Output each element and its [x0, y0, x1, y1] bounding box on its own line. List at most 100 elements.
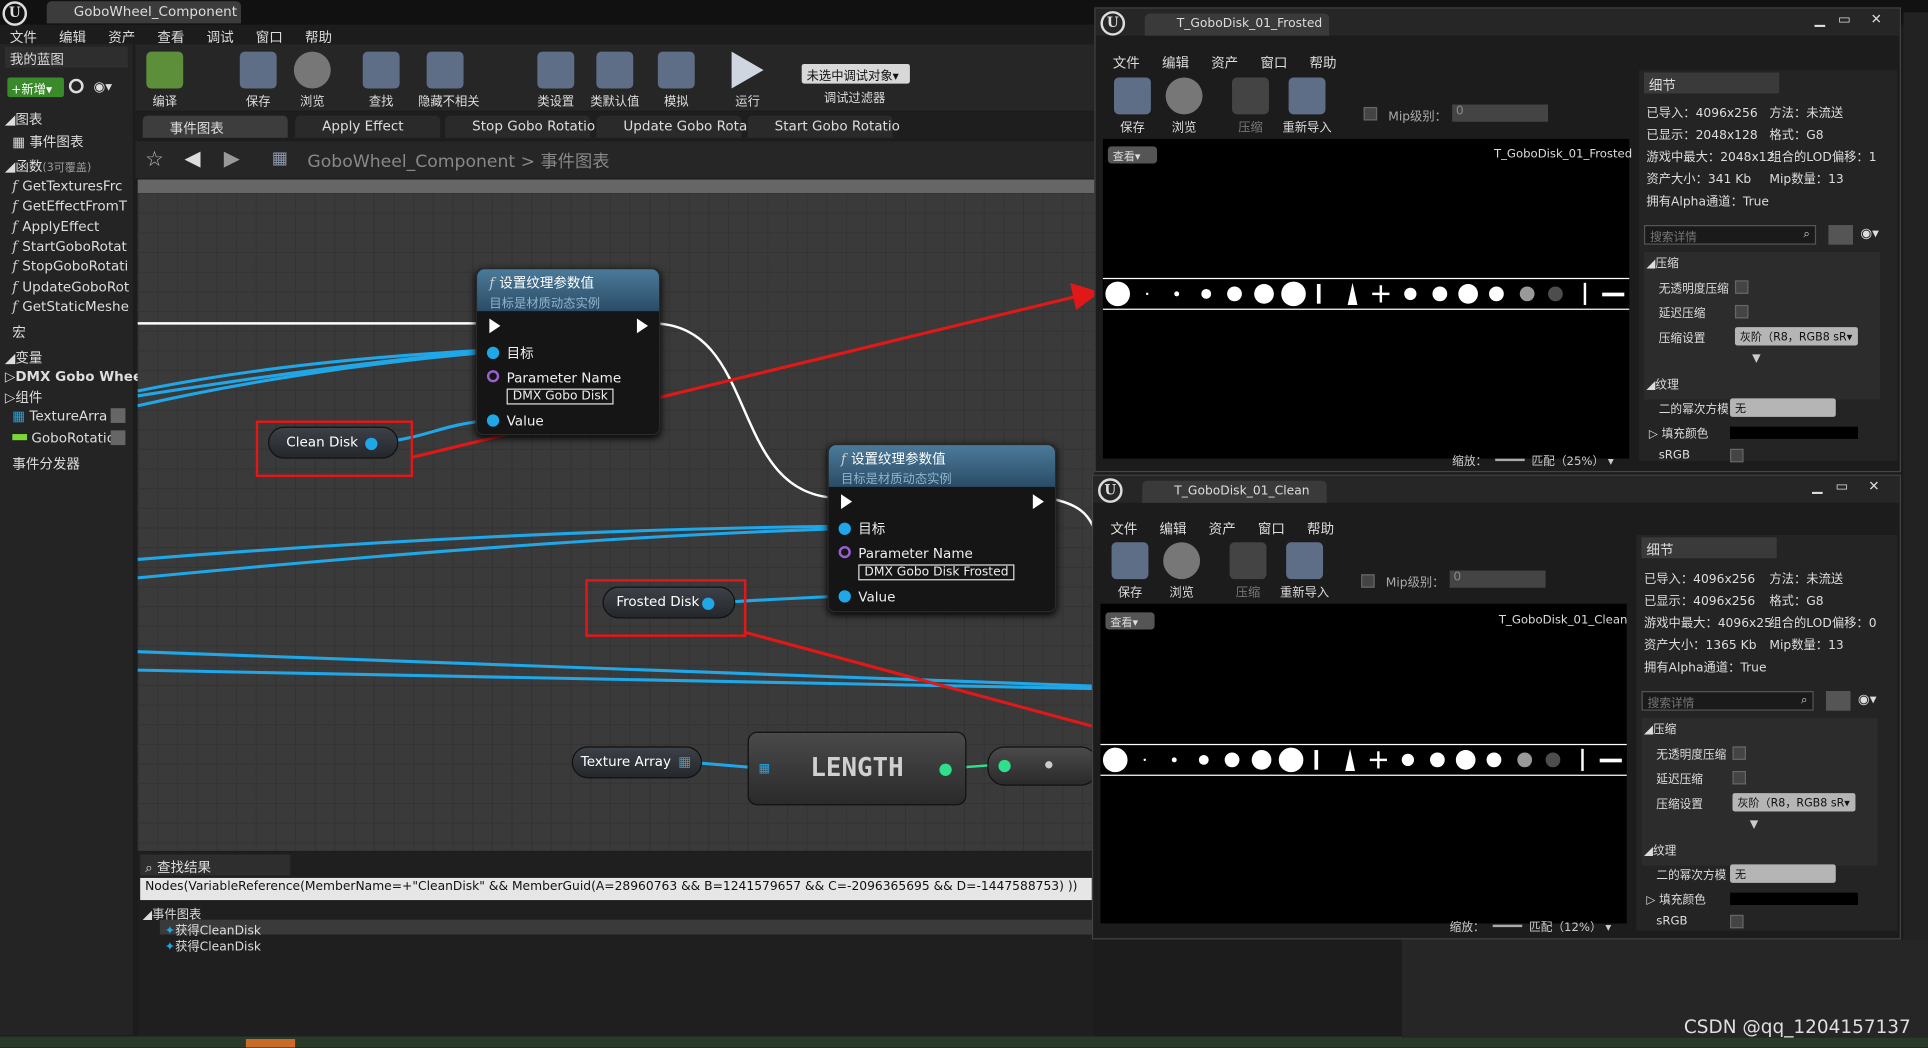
window-tab[interactable]: T_GoboDisk_01_Frosted [1144, 13, 1330, 36]
menu-file[interactable]: 文件 [1113, 55, 1140, 71]
value-pin[interactable]: Value [838, 589, 895, 605]
gobo-shape [1517, 752, 1533, 768]
result-item[interactable]: ✦获得CleanDisk [159, 919, 1092, 938]
select-value: 无 [1734, 869, 1747, 882]
defer-checkbox[interactable] [1732, 770, 1747, 785]
menu-edit[interactable]: 编辑 [1162, 55, 1189, 71]
srgb-checkbox[interactable] [1730, 448, 1744, 463]
exec-wire [651, 322, 842, 500]
menu-edit[interactable]: 编辑 [1160, 521, 1187, 537]
zoom-control[interactable]: 缩放： 匹配（12%） ▾ [1450, 917, 1612, 935]
unreal-logo-icon: U [1100, 11, 1126, 36]
detail-alpha: 拥有Alpha通道：True [1644, 657, 1767, 676]
grid-view-icon[interactable] [1825, 691, 1851, 711]
mip-checkbox[interactable] [1361, 574, 1375, 588]
expand-arrow-icon[interactable]: ▼ [1750, 819, 1759, 831]
expand-arrow-icon[interactable]: ▼ [1752, 353, 1761, 365]
maximize-button[interactable]: ▭ [1831, 478, 1853, 495]
section-texture[interactable]: ◢纹理 [1646, 375, 1865, 397]
int-pin[interactable] [998, 759, 1011, 773]
detail-lod-bias: 组合的LOD偏移：1 [1769, 146, 1876, 165]
close-button[interactable]: ✕ [1865, 11, 1887, 28]
target-pin[interactable]: 目标 [838, 519, 885, 539]
no-alpha-checkbox[interactable] [1732, 746, 1747, 760]
zoom-slider[interactable] [1494, 458, 1525, 462]
section-texture[interactable]: ◢纹理 [1644, 841, 1863, 863]
menu-asset[interactable]: 资产 [1209, 521, 1236, 537]
find-results-tab[interactable]: ⌕ 查找结果 [140, 854, 291, 876]
zoom-control[interactable]: 缩放： 匹配（25%） ▾ [1452, 451, 1614, 469]
view-button[interactable]: 查看▾ [1105, 612, 1155, 630]
section-compression[interactable]: ◢压缩 [1644, 719, 1863, 741]
details-tab[interactable]: 细节 [1641, 537, 1777, 559]
pow2-select[interactable]: 无 [1730, 398, 1836, 417]
zoom-slider[interactable] [1492, 924, 1522, 928]
minimize-button[interactable]: ▁ [1809, 11, 1831, 28]
eye-icon[interactable]: ◉▾ [1858, 691, 1877, 707]
texture-array-node[interactable]: Texture Array ▦ [571, 746, 703, 779]
maximize-button[interactable]: ▭ [1833, 11, 1855, 28]
defer-checkbox[interactable] [1734, 304, 1749, 319]
save-button[interactable]: 保存 [1105, 75, 1159, 135]
target-pin[interactable]: 目标 [486, 343, 534, 363]
detail-key: 游戏中最大：2048x12 [1646, 151, 1775, 165]
exec-out-pin[interactable] [636, 318, 648, 334]
menu-window[interactable]: 窗口 [1260, 55, 1287, 71]
find-query-input[interactable]: Nodes(VariableReference(MemberName=+"Cle… [140, 877, 1092, 901]
section-compression[interactable]: ◢压缩 [1646, 253, 1865, 275]
srgb-checkbox[interactable] [1730, 914, 1744, 929]
pad-color-swatch[interactable] [1730, 426, 1858, 439]
save-button[interactable]: 保存 [1103, 540, 1157, 600]
prop-label: sRGB [1656, 914, 1688, 929]
reimport-button[interactable]: 重新导入 [1280, 75, 1334, 135]
compression-settings-select[interactable]: 灰阶（R8，RGB8 sR▾ [1732, 793, 1856, 812]
result-item[interactable]: ✦获得CleanDisk [165, 936, 261, 955]
menu-help[interactable]: 帮助 [1307, 521, 1334, 537]
compress-button[interactable]: 压缩 [1221, 540, 1275, 600]
eye-icon[interactable]: ◉▾ [1860, 225, 1879, 241]
details-search-input[interactable]: 搜索详情 ⌕ [1643, 225, 1817, 245]
browse-button[interactable]: 浏览 [1157, 75, 1211, 135]
mip-level-input[interactable]: 0 [1449, 570, 1546, 588]
close-button[interactable]: ✕ [1863, 478, 1885, 495]
set-texture-param-node-1[interactable]: f 设置纹理参数值 目标是材质动态实例 目标 Parameter Name DMX … [475, 268, 661, 436]
exec-in-pin[interactable] [489, 318, 501, 334]
detail-format: 格式：G8 [1769, 124, 1823, 143]
value-pin[interactable]: Value [486, 413, 544, 429]
set-texture-param-node-2[interactable]: f 设置纹理参数值 目标是材质动态实例 目标 Parameter Name DMX … [827, 443, 1057, 613]
pow2-select[interactable]: 无 [1730, 864, 1836, 883]
int-pin[interactable] [939, 763, 952, 776]
menu-help[interactable]: 帮助 [1310, 55, 1337, 71]
pad-color-swatch[interactable] [1730, 892, 1858, 905]
browse-button[interactable]: 浏览 [1155, 540, 1209, 600]
length-node[interactable]: LENGTH [747, 731, 967, 806]
param-name-pin[interactable]: Parameter Name DMX Gobo Disk Frosted [838, 545, 1015, 581]
mip-checkbox[interactable] [1363, 106, 1378, 121]
menu-asset[interactable]: 资产 [1211, 55, 1238, 71]
param-name-input[interactable]: DMX Gobo Disk [506, 388, 615, 405]
minimize-button[interactable]: ▁ [1806, 478, 1828, 495]
view-button[interactable]: 查看▾ [1107, 146, 1158, 164]
compression-settings-select[interactable]: 灰阶（R8，RGB8 sR▾ [1734, 327, 1858, 346]
grid-view-icon[interactable] [1828, 225, 1853, 245]
array-pin-icon[interactable]: ▦ [759, 762, 771, 776]
menu-file[interactable]: 文件 [1110, 521, 1137, 537]
prop-label: 二的幂次方模 [1658, 403, 1729, 417]
details-search-input[interactable]: 搜索详情 ⌕ [1641, 691, 1814, 711]
param-name-input[interactable]: DMX Gobo Disk Frosted [858, 564, 1015, 581]
detail-lod-bias: 组合的LOD偏移：0 [1769, 612, 1876, 631]
node-title: f 设置纹理参数值 [489, 273, 646, 293]
details-tab[interactable]: 细节 [1643, 72, 1780, 94]
no-alpha-checkbox[interactable] [1734, 280, 1749, 294]
exec-in-pin[interactable] [841, 494, 853, 510]
param-name-pin[interactable]: Parameter Name DMX Gobo Disk [486, 370, 621, 405]
window-tab[interactable]: T_GoboDisk_01_Clean [1142, 480, 1327, 503]
exec-out-pin[interactable] [1032, 494, 1044, 510]
reimport-button[interactable]: 重新导入 [1278, 540, 1332, 600]
gobo-strip-frosted [1102, 277, 1630, 310]
mip-level-input[interactable]: 0 [1452, 104, 1549, 122]
prop-label: sRGB [1658, 448, 1690, 463]
section-label: 纹理 [1655, 378, 1679, 393]
compress-button[interactable]: 压缩 [1223, 75, 1277, 135]
menu-window[interactable]: 窗口 [1258, 521, 1285, 537]
